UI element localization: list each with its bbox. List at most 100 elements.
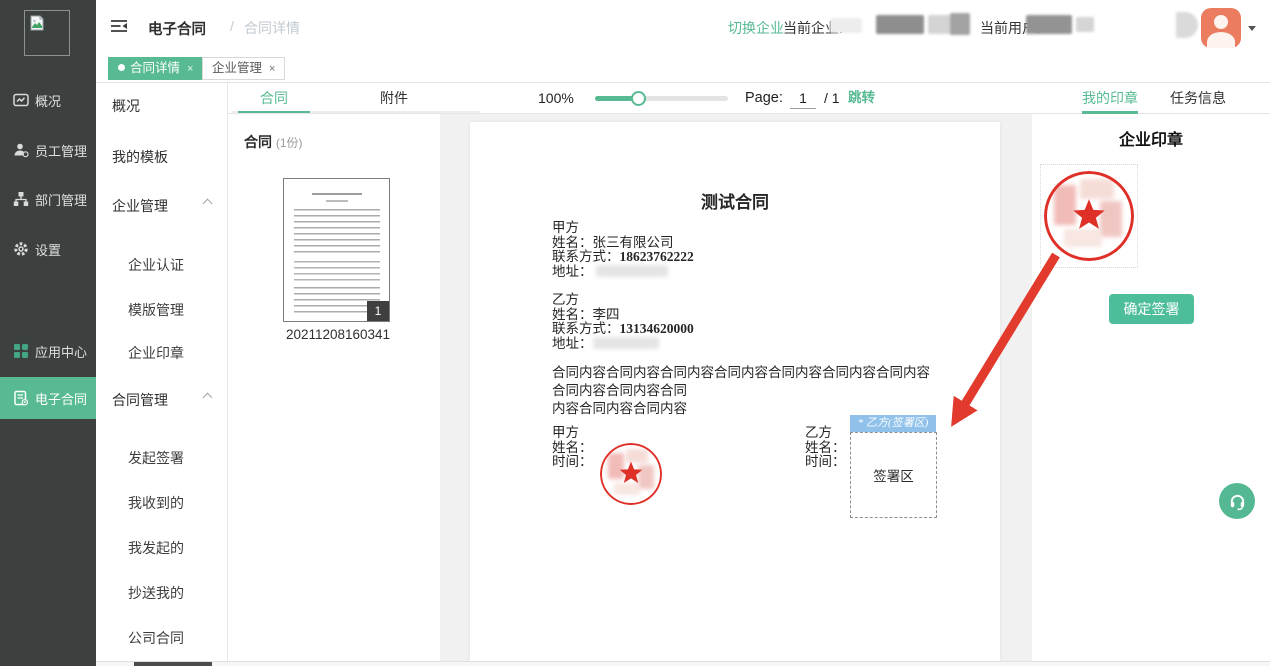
sidebar-item-settings[interactable]: 设置 (0, 235, 96, 263)
contract-doc-name[interactable]: 20211208160341 (253, 327, 423, 342)
submenu-item-initiate-sign[interactable]: 发起签署 (128, 448, 184, 468)
close-icon[interactable]: × (269, 63, 275, 75)
party-a-contact: 联系方式：18623762222 (552, 250, 694, 265)
top-header: 电子合同 / 合同详情 切换企业 当前企业: 当前用户: (96, 0, 1270, 52)
submenu-item-company-seal[interactable]: 企业印章 (128, 343, 184, 363)
avatar-body-shape (1207, 32, 1235, 48)
sidebar-item-staff[interactable]: 员工管理 (0, 136, 96, 164)
horizontal-scrollbar[interactable] (96, 661, 1270, 666)
party-a-phone: 18623762222 (620, 249, 694, 264)
company-seal-slot[interactable] (1040, 164, 1138, 268)
sign-a-party: 甲方 (552, 426, 593, 441)
workspace-tab-company-mgmt[interactable]: 企业管理 × (202, 57, 285, 80)
submenu-item-contract-mgmt[interactable]: 合同管理 (112, 390, 168, 410)
party-b-heading: 乙方 (552, 293, 694, 308)
submenu-sidebar: 概况 我的模板 企业管理 企业认证 模版管理 企业印章 合同管理 发起签署 我收… (96, 83, 228, 666)
redacted-user-text (1026, 15, 1072, 34)
headset-icon (1228, 492, 1247, 511)
zoom-slider[interactable] (595, 96, 728, 101)
workspace-tab-label: 合同详情 (130, 61, 180, 75)
sign-b-time-label: 时间： (805, 455, 846, 470)
breadcrumb-root[interactable]: 电子合同 (148, 18, 206, 39)
seal-ring (1044, 171, 1134, 261)
submenu-item-cc-me[interactable]: 抄送我的 (128, 583, 184, 603)
contract-page: 测试合同 甲方 姓名：张三有限公司 联系方式：18623762222 地址： 乙… (470, 122, 1000, 666)
sidebar-item-overview[interactable]: 概况 (0, 86, 96, 114)
user-avatar[interactable] (1201, 8, 1241, 48)
contract-list-heading: 合同 (1份) (244, 132, 303, 152)
active-tab-ink (238, 111, 310, 114)
submenu-item-my-templates[interactable]: 我的模板 (112, 147, 168, 167)
close-icon[interactable]: × (187, 63, 193, 75)
sidebar-item-econtract[interactable]: 电子合同 (0, 377, 96, 419)
signature-zone-dropbox[interactable]: 签署区 (850, 432, 937, 518)
contract-thumbnail[interactable]: 1 (283, 178, 390, 322)
company-seal-title: 企业印章 (1032, 126, 1270, 150)
party-a-name: 姓名：张三有限公司 (552, 236, 694, 251)
tab-attachment[interactable]: 附件 (358, 83, 430, 113)
submenu-item-company-mgmt[interactable]: 企业管理 (112, 196, 168, 216)
page-total-label: / 1 (824, 83, 840, 113)
seal-panel-tabrow: 我的印章 任务信息 (1032, 83, 1270, 114)
submenu-item-initiated[interactable]: 我发起的 (128, 538, 184, 558)
tab-task-info[interactable]: 任务信息 (1170, 83, 1226, 113)
redacted-company-text (950, 13, 970, 35)
redacted-user-text (1076, 17, 1094, 32)
overview-icon (13, 92, 29, 108)
submenu-item-company-cert[interactable]: 企业认证 (128, 255, 184, 275)
submenu-item-received[interactable]: 我收到的 (128, 493, 184, 513)
sidebar-item-label: 设置 (35, 240, 61, 259)
customer-support-button[interactable] (1219, 483, 1255, 519)
page-jump-button[interactable]: 跳转 (848, 83, 875, 113)
settings-icon (13, 241, 29, 257)
thumb-paragraph (294, 261, 380, 281)
contract-body: 合同内容合同内容合同内容合同内容合同内容合同内容合同内容合同内容合同内容合同 内… (552, 364, 932, 418)
menu-fold-icon[interactable] (110, 18, 128, 34)
chevron-up-icon[interactable] (203, 393, 213, 403)
page-number-input[interactable]: 1 (790, 87, 816, 109)
party-b-name: 姓名：李四 (552, 308, 694, 323)
app-root: 概况 员工管理 部门管理 设置 应用中心 电子合同 电子合同 / 合 (0, 0, 1270, 666)
company-seal-stamp-small (600, 443, 662, 505)
party-b-phone: 13134620000 (620, 321, 694, 336)
tab-contract[interactable]: 合同 (238, 83, 310, 113)
scrollbar-thumb[interactable] (134, 662, 212, 666)
contract-icon (13, 390, 29, 406)
redacted-address (596, 265, 668, 277)
redacted-user-text (1176, 12, 1198, 38)
party-b-contact: 联系方式：13134620000 (552, 322, 694, 337)
submenu-item-template-mgmt[interactable]: 模版管理 (128, 300, 184, 320)
submenu-item-overview[interactable]: 概况 (112, 96, 140, 116)
zoom-level-label: 100% (538, 83, 574, 113)
page-label: Page: (745, 83, 783, 113)
active-tab-ink (1082, 111, 1138, 114)
sidebar-item-label: 应用中心 (35, 342, 87, 361)
contract-list-panel: 合同 (1份) 1 20211208160341 (228, 114, 440, 662)
seal-panel: 我的印章 任务信息 企业印章 确定签署 (1032, 83, 1270, 666)
switch-company-link[interactable]: 切换企业 (728, 18, 784, 38)
chevron-down-icon[interactable] (1248, 26, 1256, 31)
party-a-heading: 甲方 (552, 221, 694, 236)
sidebar-item-label: 员工管理 (35, 141, 87, 160)
sidebar-item-label: 概况 (35, 91, 61, 110)
sidebar-item-app-center[interactable]: 应用中心 (0, 337, 96, 365)
workspace-tab-label: 企业管理 (212, 61, 262, 75)
sign-zone-tag: * 乙方(签署区) (850, 415, 936, 432)
thumb-text-line (326, 200, 348, 202)
main-sidebar: 概况 员工管理 部门管理 设置 应用中心 电子合同 (0, 0, 96, 666)
workspace-tabbar: 合同详情 × 企业管理 × (96, 52, 1270, 83)
tab-my-seals[interactable]: 我的印章 (1082, 83, 1138, 113)
thumbnail-page-badge: 1 (367, 301, 389, 321)
sign-a-name-label: 姓名： (552, 441, 593, 456)
zoom-slider-handle[interactable] (631, 91, 646, 106)
chevron-up-icon[interactable] (203, 199, 213, 209)
redacted-address (593, 337, 659, 349)
broken-image-icon (29, 15, 45, 31)
sidebar-item-department[interactable]: 部门管理 (0, 185, 96, 213)
app-center-icon (13, 343, 29, 359)
redacted-company-text (876, 15, 924, 34)
submenu-item-company-contracts[interactable]: 公司合同 (128, 628, 184, 648)
thumb-text-line (312, 193, 362, 195)
confirm-sign-button[interactable]: 确定签署 (1109, 294, 1194, 324)
workspace-tab-contract-detail[interactable]: 合同详情 × (108, 57, 203, 80)
